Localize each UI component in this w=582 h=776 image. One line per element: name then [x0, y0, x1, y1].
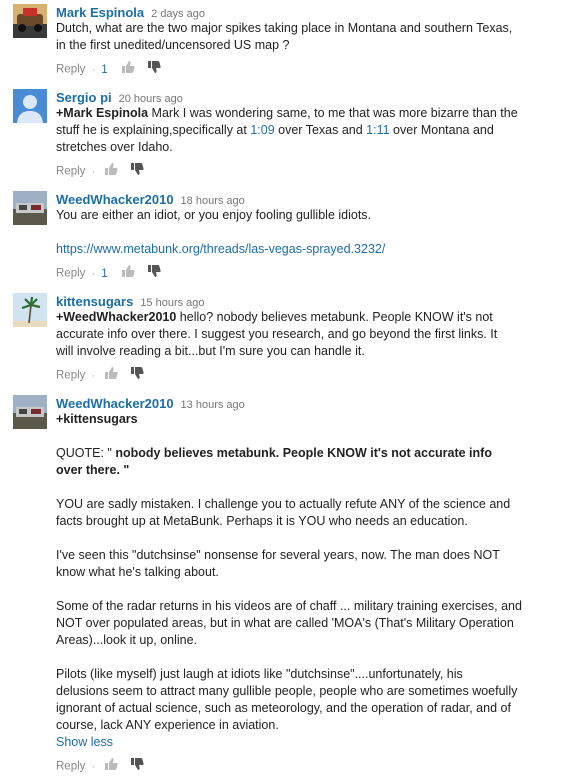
separator: ·: [91, 369, 96, 382]
text-line: Dutch, what are the two major spikes tak…: [56, 21, 513, 35]
timestamp[interactable]: 18 hours ago: [181, 195, 245, 207]
text-line: accurate info over there. I suggest you …: [56, 327, 498, 341]
quote-text: nobody believes metabunk. People KNOW it…: [111, 446, 492, 460]
text-span: over Texas and: [274, 123, 367, 137]
comment-text: Dutch, what are the two major spikes tak…: [56, 20, 542, 54]
separator: ·: [91, 165, 96, 178]
show-less-link[interactable]: Show less: [56, 734, 113, 750]
text-line: I've seen this "dutchsinse" nonsense for…: [56, 548, 500, 562]
reply-button[interactable]: Reply: [56, 761, 85, 773]
like-count: 1: [101, 63, 108, 76]
comment-text: +Mark Espinola Mark I was wondering same…: [56, 105, 542, 156]
thumbs-down-icon[interactable]: [147, 60, 161, 79]
mention-link[interactable]: +WeedWhacker2010: [56, 310, 176, 324]
reply-button[interactable]: Reply: [56, 370, 85, 382]
url-link[interactable]: https://www.metabunk.org/threads/las-veg…: [56, 242, 385, 256]
text-line: will involve reading a bit...but I'm sur…: [56, 344, 365, 358]
reply-button[interactable]: Reply: [56, 268, 85, 280]
text-line: Some of the radar returns in his videos …: [56, 599, 522, 613]
text-span: Mark I was wondering same, to me that wa…: [148, 106, 518, 120]
quote-text: over there. ": [56, 463, 130, 477]
timestamp[interactable]: 2 days ago: [151, 8, 205, 20]
thumbs-down-icon[interactable]: [147, 264, 161, 283]
like-count: 1: [101, 267, 108, 280]
timestamp-link[interactable]: 1:09: [250, 123, 274, 137]
text-line: You are either an idiot, or you enjoy fo…: [56, 208, 372, 222]
avatar[interactable]: [13, 395, 47, 429]
thumbs-up-icon[interactable]: [104, 162, 119, 181]
author-name[interactable]: Sergio pi: [56, 90, 112, 105]
separator: ·: [91, 760, 96, 773]
text-span: QUOTE: ": [56, 446, 112, 460]
text-line: stuff he is explaining,specifically at 1…: [56, 122, 542, 139]
comment-text: +kittensugars QUOTE: " nobody believes m…: [56, 411, 542, 734]
text-line: course, lack ANY experience in aviation.: [56, 718, 279, 732]
avatar[interactable]: [13, 89, 47, 123]
thumbs-down-icon[interactable]: [130, 366, 145, 385]
text-line: ignorant of actual science, such as mete…: [56, 701, 511, 715]
thumbs-up-icon[interactable]: [121, 60, 135, 79]
thumbs-up-icon[interactable]: [104, 757, 119, 776]
text-line: https://www.metabunk.org/threads/las-veg…: [56, 241, 542, 258]
author-name[interactable]: kittensugars: [56, 294, 133, 309]
text-line: YOU are sadly mistaken. I challenge you …: [56, 497, 511, 511]
text-line: +WeedWhacker2010 hello? nobody believes …: [56, 309, 542, 326]
text-line: Pilots (like myself) just laugh at idiot…: [56, 667, 463, 681]
separator: ·: [91, 267, 96, 280]
text-line: +Mark Espinola Mark I was wondering same…: [56, 105, 542, 122]
thumbs-down-icon[interactable]: [130, 757, 145, 776]
timestamp-link[interactable]: 1:11: [366, 123, 389, 137]
text-line: QUOTE: " nobody believes metabunk. Peopl…: [56, 445, 542, 462]
mention-link[interactable]: +kittensugars: [56, 412, 138, 426]
comment-actions: Reply ·: [56, 366, 156, 385]
author-name[interactable]: WeedWhacker2010: [56, 396, 174, 411]
avatar[interactable]: [13, 191, 47, 225]
thumbs-up-icon[interactable]: [104, 366, 119, 385]
comment-text: +WeedWhacker2010 hello? nobody believes …: [56, 309, 542, 360]
timestamp[interactable]: 15 hours ago: [140, 297, 204, 309]
author-name[interactable]: WeedWhacker2010: [56, 192, 174, 207]
timestamp[interactable]: 13 hours ago: [181, 399, 245, 411]
mention-link[interactable]: +Mark Espinola: [56, 106, 148, 120]
timestamp[interactable]: 20 hours ago: [119, 93, 183, 105]
text-line: delusions seem to attract many gullible …: [56, 684, 518, 698]
avatar[interactable]: [13, 4, 47, 38]
thumbs-up-icon[interactable]: [121, 264, 135, 283]
comment-actions: Reply ·: [56, 162, 156, 181]
text-line: in the first unedited/uncensored US map …: [56, 38, 290, 52]
text-line: facts brought up at MetaBunk. Perhaps it…: [56, 514, 468, 528]
text-line: know what he's talking about.: [56, 565, 219, 579]
text-span: over Montana and: [389, 123, 494, 137]
text-span: hello? nobody believes metabunk. People …: [176, 310, 493, 324]
comment-actions: Reply ·: [56, 757, 156, 776]
author-name[interactable]: Mark Espinola: [56, 5, 144, 20]
text-line: Areas)...look it up, online.: [56, 633, 198, 647]
avatar[interactable]: [13, 293, 47, 327]
reply-button[interactable]: Reply: [56, 166, 85, 178]
text-line: stretches over Idaho.: [56, 140, 173, 154]
text-line: NOT over populated areas, but in what ar…: [56, 616, 514, 630]
text-span: stuff he is explaining,specifically at: [56, 123, 251, 137]
comment-actions: Reply · 1: [56, 60, 173, 79]
reply-button[interactable]: Reply: [56, 64, 85, 76]
thumbs-down-icon[interactable]: [130, 162, 145, 181]
text-line: +kittensugars: [56, 411, 542, 428]
comment-actions: Reply · 1: [56, 264, 173, 283]
comment-text: You are either an idiot, or you enjoy fo…: [56, 207, 542, 258]
separator: ·: [91, 63, 96, 76]
